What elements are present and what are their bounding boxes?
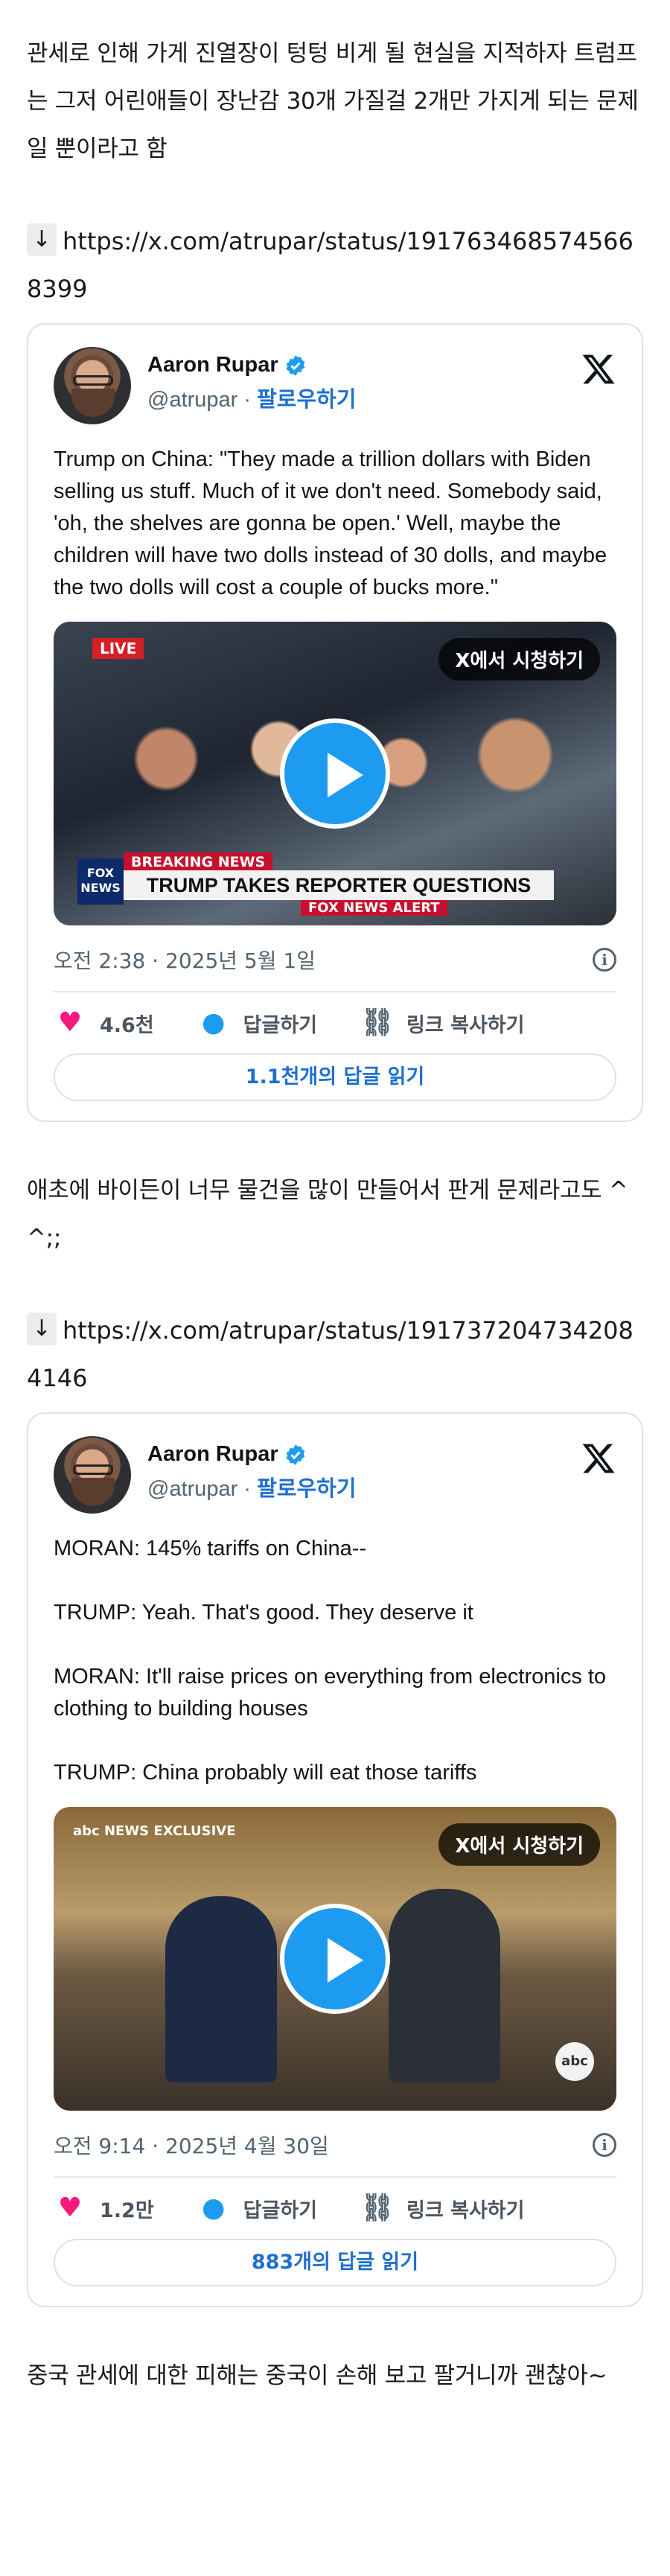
copy-link-label: 링크 복사하기	[406, 2199, 525, 2222]
play-icon[interactable]	[280, 1904, 390, 2014]
avatar[interactable]	[54, 347, 131, 424]
tweet-link-2[interactable]: ↓ https://x.com/atrupar/status/1917372047…	[27, 1307, 643, 1402]
watch-on-x-button[interactable]: X에서 시청하기	[438, 638, 600, 680]
reply-label: 답글하기	[243, 2199, 318, 2222]
tweet-url-2[interactable]: https://x.com/atrupar/status/19173720473…	[27, 1316, 634, 1392]
author-name[interactable]: Aaron Rupar	[147, 353, 357, 377]
like-button[interactable]: ♥ 4.6천	[54, 1008, 154, 1038]
read-replies-button[interactable]: 1.1천개의 답글 읽기	[54, 1053, 616, 1101]
tweet-actions: ♥ 1.2만 ● 답글하기 ⛓ 링크 복사하기	[54, 2178, 616, 2239]
tweet-meta: 오전 2:38 · 2025년 5월 1일 i	[54, 945, 616, 992]
link-icon: ⛓	[360, 2193, 395, 2223]
tweet-actions: ♥ 4.6천 ● 답글하기 ⛓ 링크 복사하기	[54, 992, 616, 1053]
news-alert-label: FOX NEWS ALERT	[301, 900, 447, 916]
author-name[interactable]: Aaron Rupar	[147, 1442, 357, 1467]
tweet-header: Aaron Rupar @atrupar · 팔로우하기	[54, 347, 616, 430]
tweet-header: Aaron Rupar @atrupar · 팔로우하기	[54, 1436, 616, 1520]
reply-button[interactable]: ● 답글하기	[197, 2193, 317, 2223]
reply-bubble-icon: ●	[201, 1007, 226, 1038]
video-thumbnail[interactable]: abc NEWS EXCLUSIVE X에서 시청하기 abc	[54, 1807, 616, 2111]
middle-text: 애초에 바이든이 너무 물건을 많이 만들어서 판게 문제라고도 ^^;;	[27, 1177, 628, 1252]
author-name-text[interactable]: Aaron Rupar	[147, 1442, 278, 1467]
thumbnail-image	[389, 1889, 500, 2082]
reply-label: 답글하기	[243, 1013, 318, 1037]
abc-exclusive-label: abc NEWS EXCLUSIVE	[73, 1823, 236, 1839]
tweet-link-1[interactable]: ↓ https://x.com/atrupar/status/1917634685…	[27, 217, 643, 313]
author-name-text[interactable]: Aaron Rupar	[147, 353, 278, 377]
info-icon[interactable]: i	[593, 2133, 616, 2157]
heart-icon: ♥	[57, 2193, 83, 2223]
copy-link-button[interactable]: ⛓ 링크 복사하기	[360, 2193, 524, 2223]
author-handle-row: @atrupar · 팔로우하기	[147, 1471, 357, 1502]
embedded-tweet-2[interactable]: Aaron Rupar @atrupar · 팔로우하기 MORAN: 145%…	[27, 1412, 643, 2307]
abc-logo: abc	[555, 2042, 594, 2081]
verified-badge-icon	[286, 1444, 305, 1465]
reply-button[interactable]: ● 답글하기	[197, 1008, 317, 1038]
tweet-line	[54, 1725, 616, 1757]
tweet-text: Trump on China: "They made a trillion do…	[54, 447, 607, 599]
like-count: 4.6천	[100, 1013, 154, 1037]
tweet-line	[54, 1629, 616, 1661]
author-handle[interactable]: @atrupar	[147, 388, 237, 412]
down-arrow-icon: ↓	[27, 223, 57, 256]
heart-icon: ♥	[57, 1007, 83, 1038]
tweet-line	[54, 1565, 616, 1597]
news-banner: FOX NEWS BREAKING NEWS TRUMP TAKES REPOR…	[77, 852, 554, 916]
tweet-line: TRUMP: China probably will eat those tar…	[54, 1761, 477, 1785]
author-block: Aaron Rupar @atrupar · 팔로우하기	[147, 1436, 357, 1502]
embedded-tweet-1[interactable]: Aaron Rupar @atrupar · 팔로우하기 Trump on Ch…	[27, 323, 643, 1122]
watch-on-x-button[interactable]: X에서 시청하기	[438, 1823, 600, 1866]
post-body: 관세로 인해 가게 진열장이 텅텅 비게 될 현실을 지적하자 트럼프는 그저 …	[0, 0, 670, 2576]
tweet-timestamp[interactable]: 오전 2:38 · 2025년 5월 1일	[54, 945, 316, 975]
live-badge: LIVE	[92, 638, 144, 659]
read-replies-button[interactable]: 883개의 답글 읽기	[54, 2239, 616, 2286]
tweet-line: TRUMP: Yeah. That's good. They deserve i…	[54, 1601, 473, 1625]
thumbnail-image	[165, 1896, 277, 2082]
tweet-meta: 오전 9:14 · 2025년 4월 30일 i	[54, 2130, 616, 2178]
author-block: Aaron Rupar @atrupar · 팔로우하기	[147, 347, 357, 413]
breaking-news-label: BREAKING NEWS	[124, 852, 273, 872]
avatar[interactable]	[54, 1436, 131, 1514]
tweet-url-1[interactable]: https://x.com/atrupar/status/19176346857…	[27, 227, 634, 303]
info-icon[interactable]: i	[593, 948, 616, 972]
like-count: 1.2만	[100, 2199, 154, 2222]
follow-button[interactable]: 팔로우하기	[257, 1477, 356, 1501]
tweet-line: MORAN: It'll raise prices on everything …	[54, 1665, 607, 1721]
follow-button[interactable]: 팔로우하기	[257, 388, 356, 412]
fox-news-logo: FOX NEWS	[77, 858, 124, 905]
author-handle-row: @atrupar · 팔로우하기	[147, 382, 357, 413]
headline-text: TRUMP TAKES REPORTER QUESTIONS	[124, 870, 554, 900]
x-logo-icon[interactable]	[581, 1441, 616, 1476]
author-handle[interactable]: @atrupar	[147, 1477, 237, 1501]
separator: ·	[237, 388, 258, 412]
separator: ·	[237, 1477, 258, 1501]
video-thumbnail[interactable]: LIVE X에서 시청하기 FOX NEWS BREAKING NEWS TRU…	[54, 622, 616, 925]
like-button[interactable]: ♥ 1.2만	[54, 2193, 154, 2223]
tweet-line: MORAN: 145% tariffs on China--	[54, 1537, 367, 1560]
down-arrow-icon: ↓	[27, 1313, 57, 1345]
link-icon: ⛓	[360, 1007, 395, 1038]
play-icon[interactable]	[280, 718, 390, 829]
tweet-timestamp[interactable]: 오전 9:14 · 2025년 4월 30일	[54, 2130, 329, 2160]
reply-bubble-icon: ●	[201, 2193, 226, 2223]
tweet-text: MORAN: 145% tariffs on China-- TRUMP: Ye…	[54, 1533, 616, 1789]
copy-link-button[interactable]: ⛓ 링크 복사하기	[360, 1008, 524, 1038]
verified-badge-icon	[286, 354, 305, 376]
outro-text: 중국 관세에 대한 피해는 중국이 손해 보고 팔거니까 괜찮아~	[27, 2362, 607, 2389]
x-logo-icon[interactable]	[581, 351, 616, 387]
intro-text: 관세로 인해 가게 진열장이 텅텅 비게 될 현실을 지적하자 트럼프는 그저 …	[27, 40, 639, 162]
copy-link-label: 링크 복사하기	[406, 1013, 525, 1037]
